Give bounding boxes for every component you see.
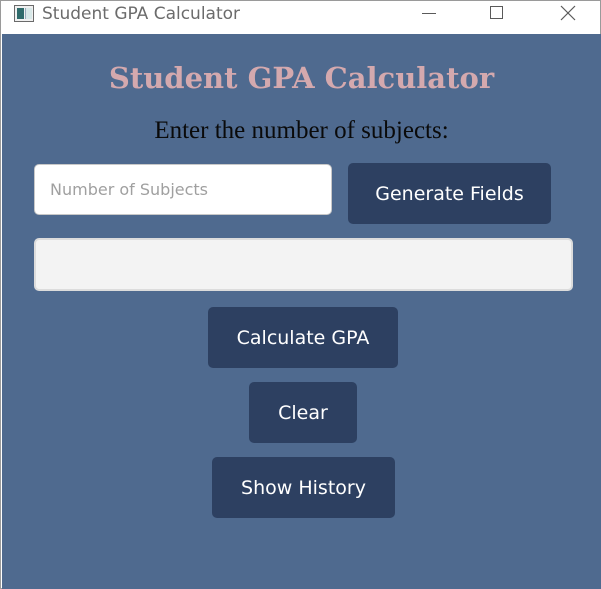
window-title: Student GPA Calculator [42,4,241,24]
subject-fields-area [34,238,573,291]
title-bar[interactable]: Student GPA Calculator [1,1,600,34]
clear-button[interactable]: Clear [249,382,357,443]
show-history-button[interactable]: Show History [212,457,395,518]
minimize-icon[interactable] [406,1,452,27]
page-title: Student GPA Calculator [108,61,495,95]
close-icon[interactable] [544,1,590,27]
subjects-prompt-label: Enter the number of subjects: [154,117,449,144]
number-of-subjects-input[interactable] [34,164,332,215]
calculate-gpa-button[interactable]: Calculate GPA [208,307,398,368]
generate-fields-button[interactable]: Generate Fields [348,163,551,224]
main-panel: Student GPA Calculator Enter the number … [2,34,601,589]
app-window: Student GPA Calculator Student GPA Calcu… [0,0,601,589]
app-icon [14,5,34,22]
maximize-icon[interactable] [473,1,519,27]
